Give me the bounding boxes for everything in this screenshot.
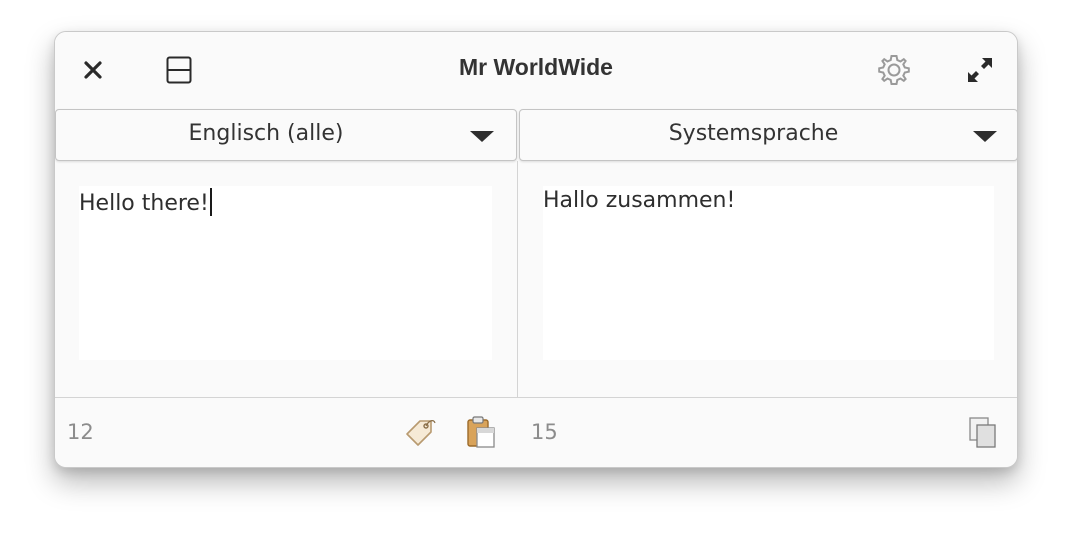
chevron-down-icon bbox=[470, 131, 494, 142]
source-text: Hello there! bbox=[79, 191, 209, 216]
tag-icon bbox=[406, 420, 436, 446]
expand-icon bbox=[968, 58, 992, 82]
source-language-label: Englisch (alle) bbox=[188, 121, 344, 146]
titlebar: Mr WorldWide bbox=[55, 32, 1017, 109]
target-char-count: 15 bbox=[531, 420, 558, 444]
translator-window: Mr WorldWide Englisch (alle) Systemsprac… bbox=[54, 31, 1018, 468]
copy-icon bbox=[969, 417, 996, 448]
target-language-select[interactable]: Systemsprache bbox=[519, 109, 1017, 161]
chevron-down-icon bbox=[973, 131, 997, 142]
target-language-label: Systemsprache bbox=[668, 121, 839, 146]
paste-icon bbox=[467, 416, 495, 448]
source-language-select[interactable]: Englisch (alle) bbox=[55, 109, 517, 161]
source-char-count: 12 bbox=[67, 420, 94, 444]
text-caret bbox=[209, 188, 212, 216]
gear-icon bbox=[878, 55, 910, 85]
detect-language-button[interactable] bbox=[400, 412, 440, 452]
window-title: Mr WorldWide bbox=[459, 54, 613, 80]
target-text: Hallo zusammen! bbox=[543, 188, 736, 213]
source-text-input[interactable]: Hello there! bbox=[79, 186, 492, 360]
fullscreen-button[interactable] bbox=[960, 50, 1000, 90]
paste-button[interactable] bbox=[461, 412, 501, 452]
target-text-output[interactable]: Hallo zusammen! bbox=[543, 186, 994, 360]
settings-button[interactable] bbox=[874, 50, 914, 90]
footer-bar: 12 15 bbox=[55, 397, 1017, 467]
copy-button[interactable] bbox=[963, 412, 1003, 452]
